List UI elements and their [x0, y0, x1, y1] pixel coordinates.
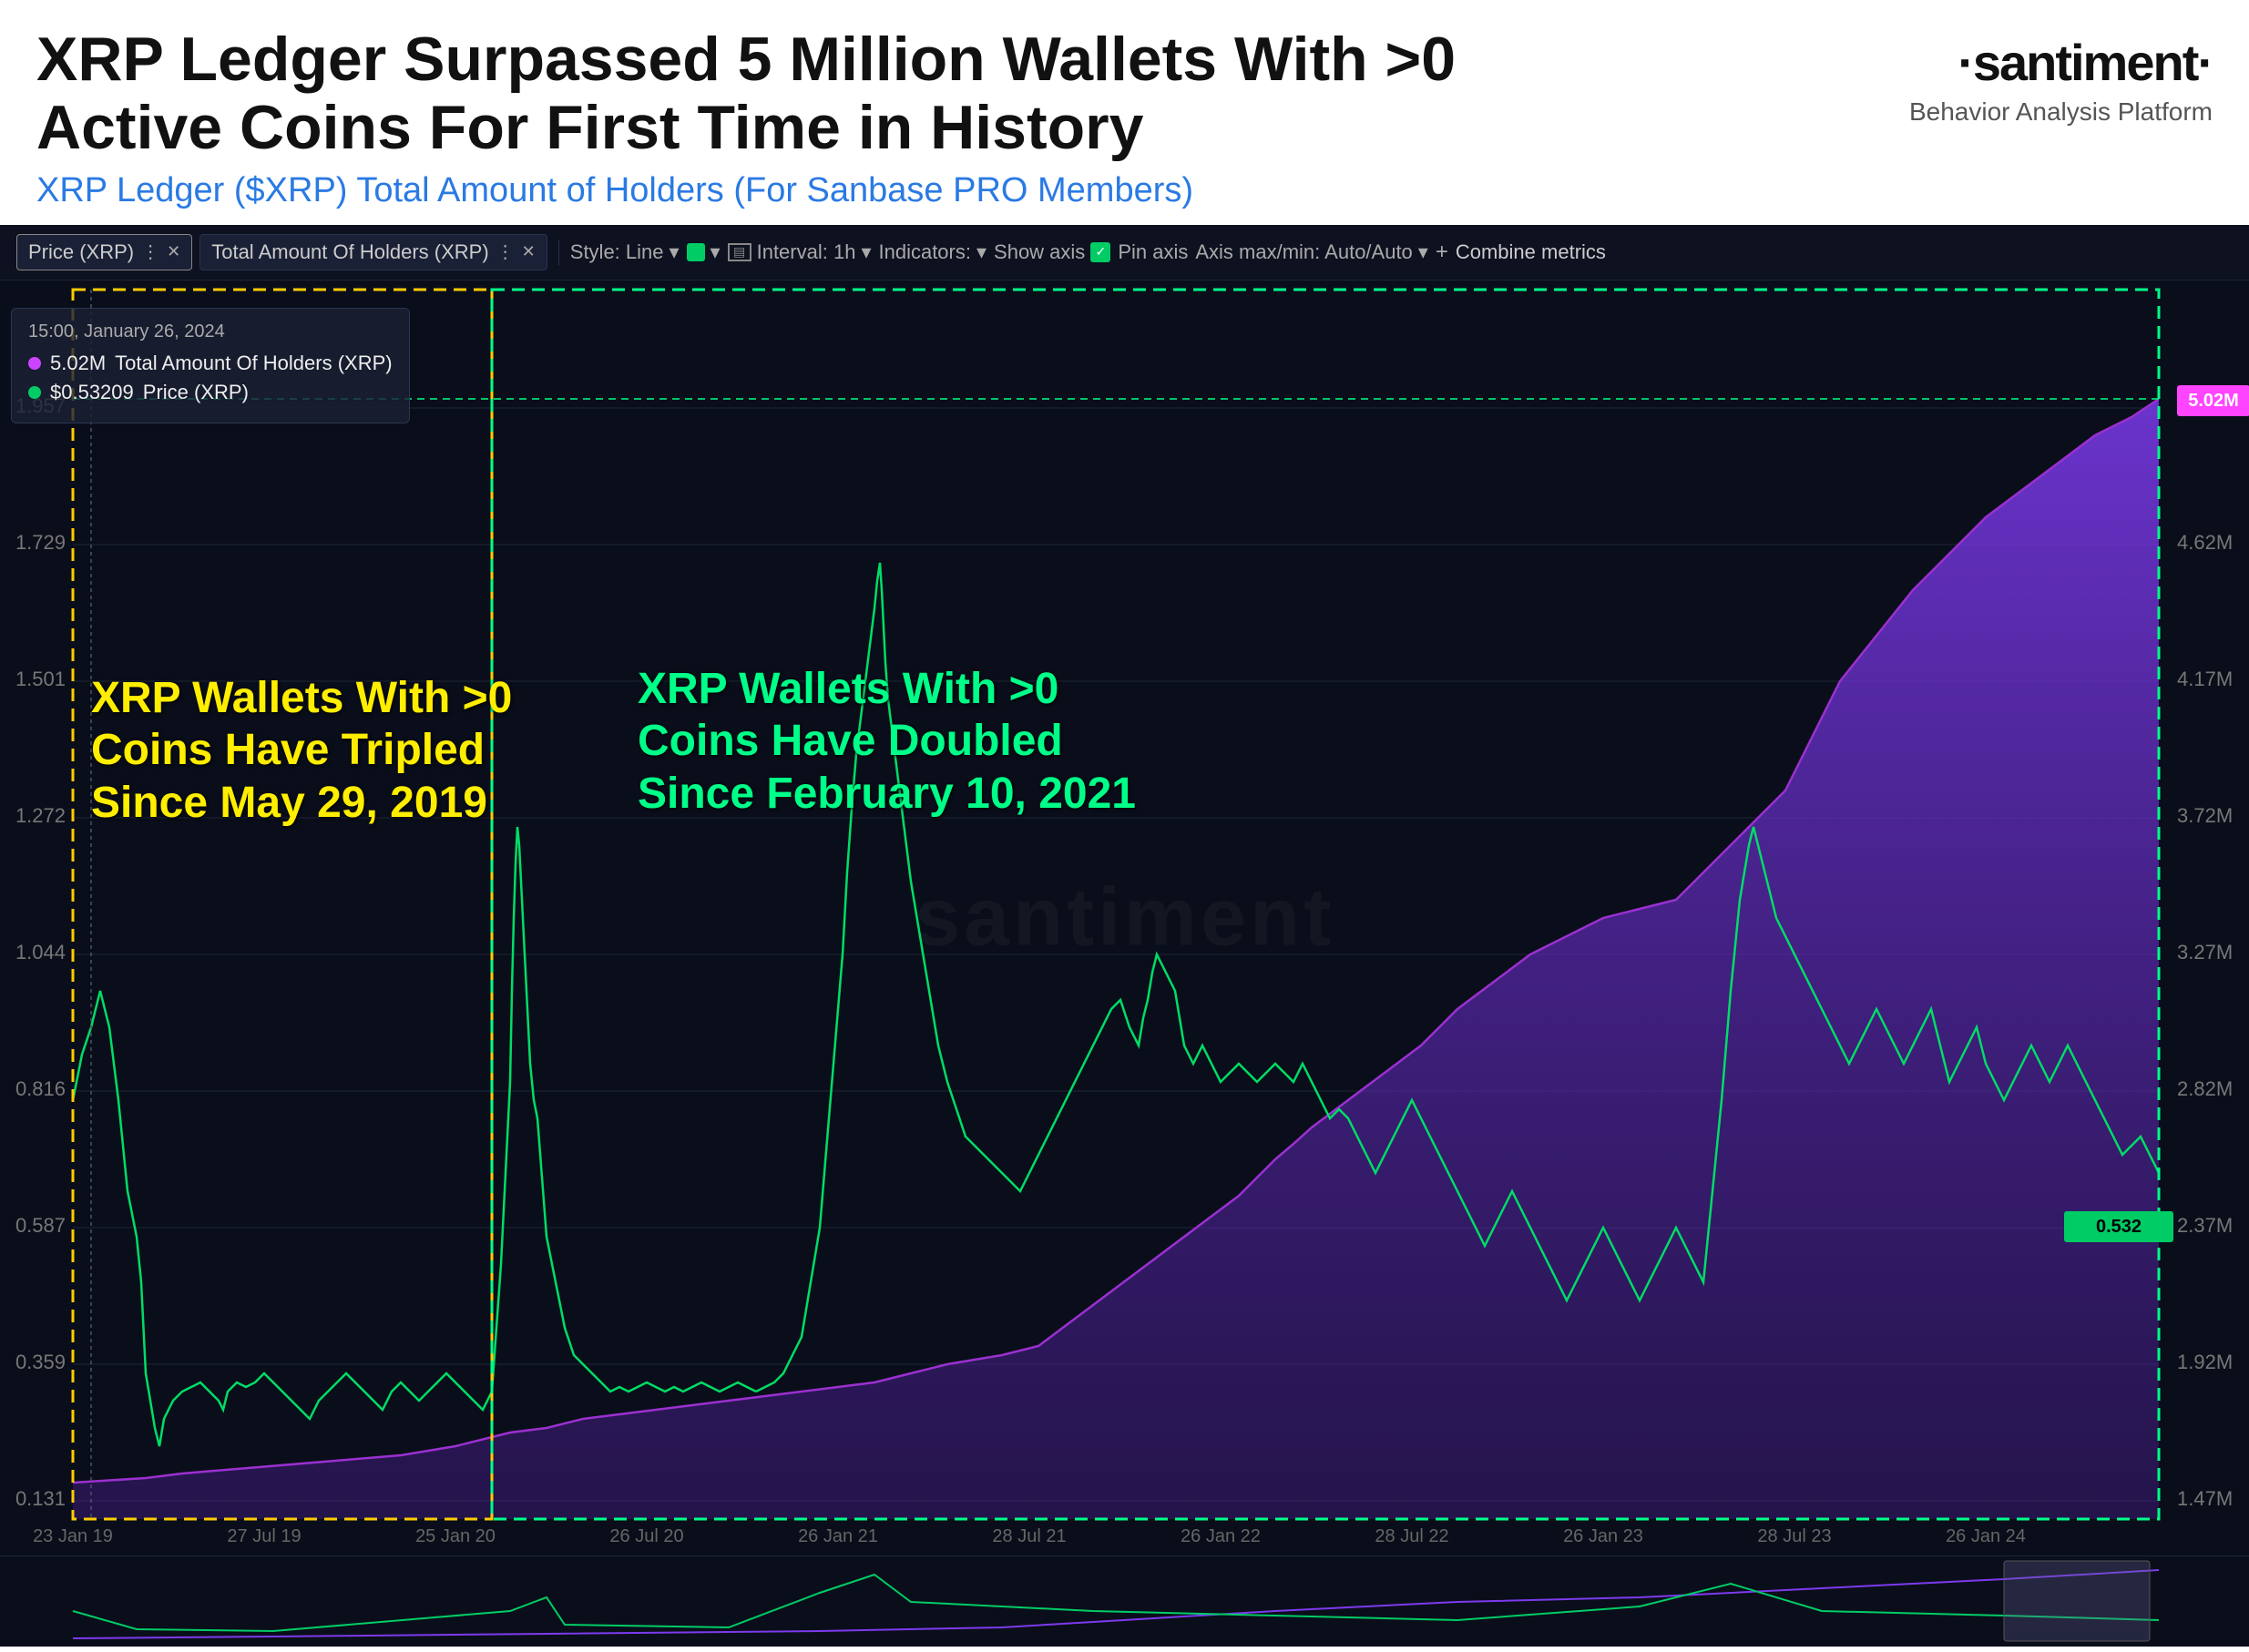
interval-icon: ▤	[728, 243, 751, 261]
holders-tab-close[interactable]: ✕	[522, 242, 536, 261]
style-selector[interactable]: Style: Line ▾	[570, 240, 680, 264]
chart-svg: 1.957 1.729 1.501 1.272 1.044 0.816 0.58…	[0, 280, 2249, 1555]
chart-tooltip: 15:00, January 26, 2024 5.02M Total Amou…	[11, 308, 410, 423]
tooltip-price-icon	[28, 386, 41, 399]
mini-chart	[0, 1555, 2249, 1647]
pin-axis-toggle[interactable]: Pin axis	[1118, 240, 1188, 264]
y-right-9: 1.47M	[2177, 1487, 2233, 1510]
y-left-8: 0.359	[15, 1351, 66, 1373]
behavior-platform-text: Behavior Analysis Platform	[1909, 97, 2213, 127]
y-left-5: 1.044	[15, 941, 66, 964]
pin-axis-label: Pin axis	[1118, 240, 1188, 264]
indicators-selector[interactable]: Indicators: ▾	[878, 240, 986, 264]
x-label-2: 27 Jul 19	[227, 1526, 301, 1546]
x-label-9: 26 Jan 23	[1563, 1526, 1643, 1546]
y-left-6: 0.816	[15, 1077, 66, 1100]
chevron-down-icon-5: ▾	[1418, 240, 1428, 264]
logo-dot-right: ·	[2197, 34, 2213, 91]
show-axis-checkbox[interactable]: ✓	[1090, 242, 1110, 262]
holders-tab-label: Total Amount Of Holders (XRP)	[211, 240, 488, 264]
y-left-7: 0.587	[15, 1214, 66, 1237]
header-right: ·santiment· Behavior Analysis Platform	[1909, 25, 2213, 127]
logo-dot-left: ·	[1958, 34, 1973, 91]
y-left-3: 1.501	[15, 668, 66, 690]
scroll-handle[interactable]	[2004, 1561, 2150, 1641]
axis-minmax-label: Axis max/min: Auto/Auto	[1195, 240, 1412, 264]
x-label-3: 25 Jan 20	[415, 1526, 496, 1546]
dashed-box-yellow	[73, 290, 492, 1519]
page-title: XRP Ledger Surpassed 5 Million Wallets W…	[36, 25, 1585, 162]
tooltip-holders-value: 5.02M	[50, 352, 106, 375]
tooltip-price-row: $0.53209 Price (XRP)	[28, 381, 393, 404]
tooltip-holders-row: 5.02M Total Amount Of Holders (XRP)	[28, 352, 393, 375]
mini-price-line	[73, 1575, 2159, 1631]
annotation-green: XRP Wallets With >0 Coins Have Doubled S…	[638, 663, 1148, 821]
interval-selector[interactable]: ▤ Interval: 1h ▾	[728, 240, 872, 264]
main-chart-area: santiment	[0, 280, 2249, 1555]
y-right-5: 3.27M	[2177, 941, 2233, 964]
chevron-down-icon-4: ▾	[976, 240, 986, 264]
x-label-10: 28 Jul 23	[1757, 1526, 1831, 1546]
combine-metrics-button[interactable]: Combine metrics	[1456, 240, 1606, 264]
price-line-1	[73, 827, 756, 1446]
color-selector[interactable]: ▾	[687, 240, 721, 264]
price-tab-close[interactable]: ✕	[167, 242, 180, 261]
x-label-7: 26 Jan 22	[1181, 1526, 1261, 1546]
tooltip-holders-label: Total Amount Of Holders (XRP)	[115, 352, 392, 375]
tooltip-price-value: $0.53209	[50, 381, 134, 404]
indicators-label: Indicators:	[878, 240, 971, 264]
y-left-4: 1.272	[15, 804, 66, 827]
tooltip-price-label: Price (XRP)	[143, 381, 249, 404]
x-label-11: 26 Jan 24	[1946, 1526, 2026, 1546]
header-left: XRP Ledger Surpassed 5 Million Wallets W…	[36, 25, 1585, 210]
interval-label: Interval: 1h	[757, 240, 856, 264]
logo-text: santiment	[1973, 34, 2198, 91]
holders-tab-dots[interactable]: ⋮	[496, 240, 515, 263]
tooltip-holders-icon	[28, 357, 41, 370]
show-axis-toggle[interactable]: Show axis ✓	[994, 240, 1110, 264]
y-left-9: 0.131	[15, 1487, 66, 1510]
x-label-1: 23 Jan 19	[33, 1526, 113, 1546]
y-right-7: 2.37M	[2177, 1214, 2233, 1237]
y-left-2: 1.729	[15, 531, 66, 554]
x-label-4: 26 Jul 20	[609, 1526, 683, 1546]
toolbar-divider-1	[558, 240, 559, 265]
santiment-logo: ·santiment·	[1958, 33, 2213, 92]
y-right-4: 3.72M	[2177, 804, 2233, 827]
y-right-2: 4.62M	[2177, 531, 2233, 554]
y-right-8: 1.92M	[2177, 1351, 2233, 1373]
price-tab-dots[interactable]: ⋮	[141, 240, 159, 263]
x-label-6: 28 Jul 21	[992, 1526, 1066, 1546]
y-right-6: 2.82M	[2177, 1077, 2233, 1100]
chevron-down-icon-2: ▾	[710, 240, 721, 264]
x-label-5: 26 Jan 21	[798, 1526, 878, 1546]
header-section: XRP Ledger Surpassed 5 Million Wallets W…	[0, 0, 2249, 225]
add-metric-button[interactable]: +	[1436, 240, 1448, 265]
mini-chart-svg	[0, 1556, 2249, 1647]
chevron-down-icon-3: ▾	[861, 240, 871, 264]
tooltip-date: 15:00, January 26, 2024	[28, 321, 393, 342]
holders-area-fill	[73, 399, 2159, 1519]
price-badge-text: 0.532	[2096, 1217, 2142, 1237]
color-swatch	[687, 243, 705, 261]
price-tab-label: Price (XRP)	[28, 240, 134, 264]
annotation-yellow: XRP Wallets With >0 Coins Have Tripled S…	[91, 672, 528, 830]
chart-container: Price (XRP) ⋮ ✕ Total Amount Of Holders …	[0, 225, 2249, 1647]
chart-toolbar: Price (XRP) ⋮ ✕ Total Amount Of Holders …	[0, 225, 2249, 280]
holders-badge-text: 5.02M	[2188, 391, 2239, 411]
combine-metrics-label: Combine metrics	[1456, 240, 1606, 264]
page-wrapper: XRP Ledger Surpassed 5 Million Wallets W…	[0, 0, 2249, 1647]
axis-minmax-selector[interactable]: Axis max/min: Auto/Auto ▾	[1195, 240, 1427, 264]
metric-tab-holders[interactable]: Total Amount Of Holders (XRP) ⋮ ✕	[199, 234, 547, 270]
x-label-8: 28 Jul 22	[1375, 1526, 1448, 1546]
page-subtitle: XRP Ledger ($XRP) Total Amount of Holder…	[36, 171, 1585, 210]
y-right-3: 4.17M	[2177, 668, 2233, 690]
style-label: Style: Line	[570, 240, 664, 264]
show-axis-label: Show axis	[994, 240, 1085, 264]
chevron-down-icon: ▾	[670, 240, 680, 264]
metric-tab-price[interactable]: Price (XRP) ⋮ ✕	[16, 234, 192, 270]
mini-holders-line	[73, 1570, 2159, 1638]
